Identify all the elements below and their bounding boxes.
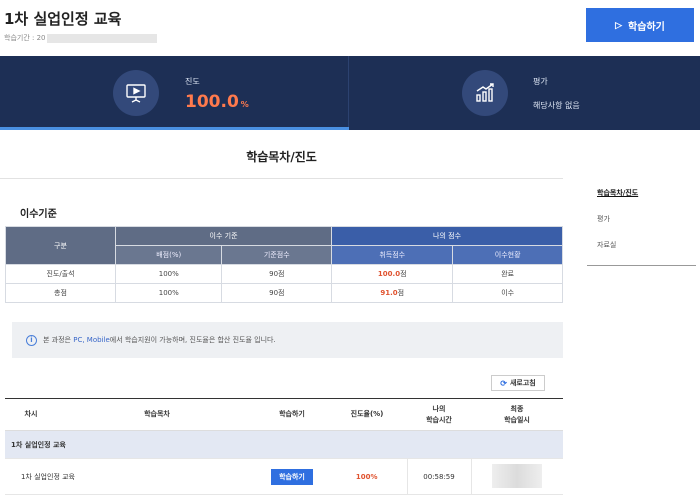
redacted-date (47, 33, 158, 43)
criteria-weight: 100% (114, 283, 223, 303)
criteria-base: 90점 (221, 264, 333, 284)
lesson-last-date (470, 458, 563, 495)
start-study-label: 학습하기 (628, 21, 665, 33)
section-title-criteria: 이수기준 (20, 209, 57, 220)
progress-stat: 진도 100.0% (0, 56, 349, 130)
col-my-time-line1: 나의 (432, 404, 446, 413)
acquired-unit: 점 (400, 270, 407, 278)
acquired-unit: 점 (397, 289, 405, 297)
notice-prefix: 본 과정은 (43, 336, 71, 344)
col-last-line2: 학습일시 (504, 415, 530, 424)
divider (0, 178, 563, 179)
lesson-progress-value: 100% (355, 472, 378, 481)
progress-unit: % (240, 100, 249, 109)
criteria-row: 진도/출석 100% 90점 100.0점 완료 (5, 264, 563, 284)
notice-box: i 본 과정은 PC, Mobile 에서 학습지원이 가능하며, 진도율은 합… (12, 322, 563, 358)
table-row: 1차 실업인정 교육 학습하기 100% 00:58:59 (5, 458, 563, 495)
progress-label: 진도 (185, 77, 200, 86)
lesson-group-row: 1차 실업인정 교육 (5, 430, 563, 459)
col-last-studied: 최종학습일시 (471, 398, 563, 431)
criteria-acquired: 91.0점 (331, 283, 454, 303)
side-menu: 학습목차/진도 평가 자료실 (587, 180, 696, 266)
progress-value: 100.0% (185, 92, 249, 112)
criteria-table: 구분 이수 기준 나의 점수 배점(%) 기준점수 취득점수 이수현황 진도/출… (5, 226, 563, 303)
course-header: 1차 실업인정 교육 학습기간 : 20 ▷ 학습하기 (0, 0, 700, 56)
criteria-name: 총점 (5, 283, 116, 303)
criteria-name: 진도/출석 (5, 264, 116, 284)
criteria-weight: 100% (114, 264, 223, 284)
page-title: 학습목차/진도 (246, 150, 317, 164)
study-period: 학습기간 : 20 (4, 33, 158, 43)
acquired-number: 100.0 (377, 270, 401, 278)
chart-growth-icon (462, 70, 508, 116)
lesson-title: 1차 실업인정 교육 (5, 458, 257, 495)
criteria-group-standard: 이수 기준 (114, 226, 333, 246)
lesson-study-cell: 학습하기 (257, 458, 327, 495)
lesson-group-title: 1차 실업인정 교육 (5, 430, 563, 459)
criteria-group-mine: 나의 점수 (331, 226, 563, 246)
col-last-line1: 최종 (510, 404, 524, 413)
criteria-sub-base: 기준점수 (221, 245, 333, 265)
criteria-row: 총점 100% 90점 91.0점 이수 (5, 283, 563, 303)
col-session: 차시 (5, 398, 57, 431)
lesson-table: 차시 학습목차 학습하기 진도율(%) 나의학습시간 최종학습일시 1차 실업인… (5, 398, 563, 495)
criteria-sub-acquired: 취득점수 (331, 245, 454, 265)
col-study: 학습하기 (257, 398, 327, 431)
criteria-status: 완료 (452, 264, 563, 284)
refresh-button[interactable]: ⟳ 새로고침 (491, 375, 545, 391)
start-study-button[interactable]: ▷ 학습하기 (586, 8, 694, 42)
lesson-progress: 100% (327, 458, 407, 495)
study-period-label: 학습기간 : 20 (4, 34, 46, 42)
refresh-label: 새로고침 (509, 380, 536, 387)
active-tab-underline (0, 127, 349, 130)
criteria-base: 90점 (221, 283, 333, 303)
grade-stat: 평가 해당사항 없음 (350, 56, 700, 130)
page: 1차 실업인정 교육 학습기간 : 20 ▷ 학습하기 진도 100.0% 평가… (0, 0, 700, 496)
lesson-study-button[interactable]: 학습하기 (271, 468, 313, 485)
side-item-toc[interactable]: 학습목차/진도 (587, 180, 696, 206)
col-toc: 학습목차 (57, 398, 257, 431)
notice-suffix: 에서 학습지원이 가능하며, 진도율은 합산 진도율 입니다. (109, 336, 276, 344)
criteria-acquired: 100.0점 (331, 264, 454, 284)
lesson-time: 00:58:59 (406, 458, 471, 495)
criteria-status: 이수 (452, 283, 563, 303)
presentation-icon (113, 70, 159, 116)
grade-value: 해당사항 없음 (533, 101, 580, 110)
side-item-grade[interactable]: 평가 (587, 206, 696, 232)
info-icon: i (26, 334, 37, 346)
progress-number: 100.0 (185, 92, 239, 112)
col-my-time: 나의학습시간 (407, 398, 471, 431)
criteria-sub-status: 이수현황 (452, 245, 563, 265)
grade-label: 평가 (533, 77, 548, 86)
col-progress: 진도율(%) (327, 398, 407, 431)
acquired-number: 91.0 (380, 289, 398, 297)
redacted-date (492, 463, 543, 488)
criteria-col-group: 구분 (5, 226, 116, 265)
refresh-icon: ⟳ (500, 378, 507, 388)
col-my-time-line2: 학습시간 (426, 415, 452, 424)
criteria-sub-weight: 배점(%) (114, 245, 223, 265)
stats-band: 진도 100.0% 평가 해당사항 없음 (0, 56, 700, 130)
side-divider (587, 265, 696, 266)
course-title: 1차 실업인정 교육 (4, 10, 122, 28)
play-icon: ▷ (615, 19, 623, 30)
notice-highlight: PC, Mobile (73, 336, 110, 344)
side-item-resources[interactable]: 자료실 (587, 232, 696, 258)
